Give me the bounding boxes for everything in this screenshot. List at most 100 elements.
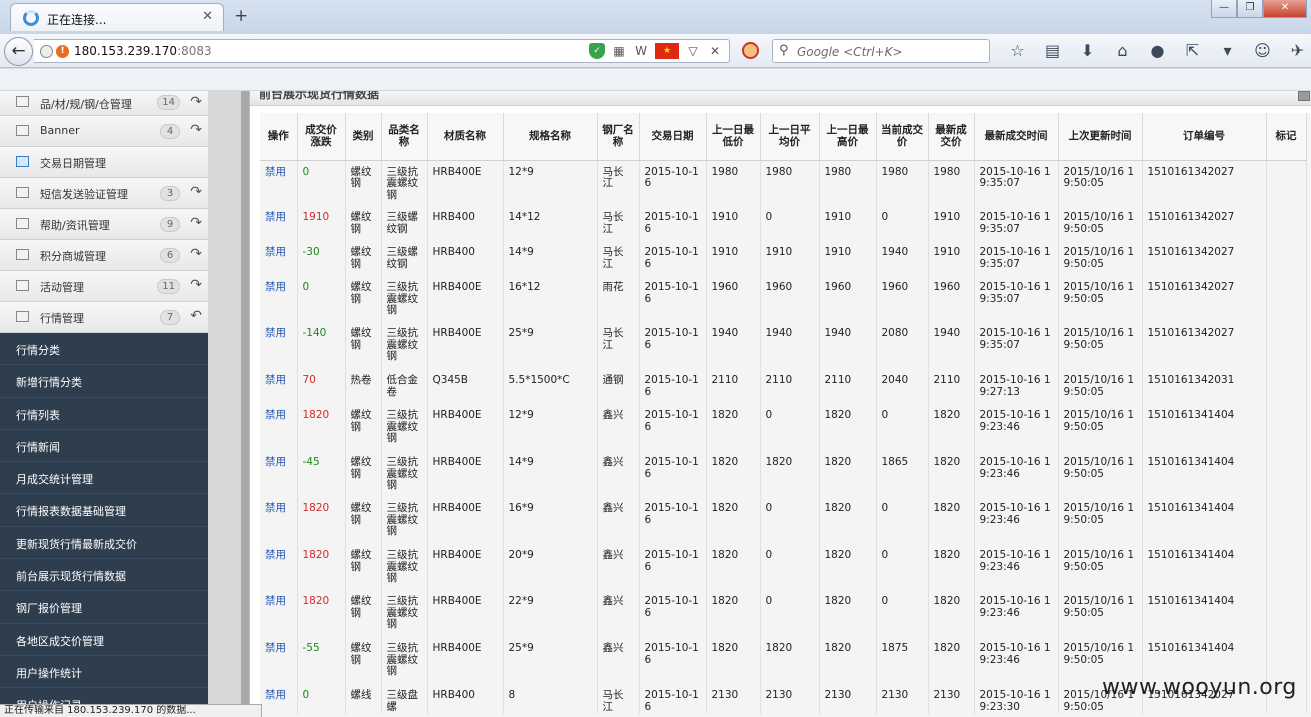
count-badge: 7 (160, 310, 180, 325)
sidebar-item[interactable]: 短信发送验证管理 3 ↷ (0, 178, 208, 209)
sidebar-item[interactable]: 行情管理 7 ↶ (0, 302, 208, 333)
expand-arrow-icon[interactable]: ↷ (190, 122, 202, 138)
sidebar-subitem[interactable]: 新增行情分类 (0, 365, 208, 398)
disable-link[interactable]: 禁用 (260, 241, 298, 276)
cell-ltime: 2015-10-16 19:35:07 (974, 241, 1059, 276)
sidebar-subitem[interactable]: 更新现货行情最新成交价 (0, 527, 208, 560)
home-icon[interactable]: ⌂ (1105, 40, 1140, 62)
disable-link[interactable]: 禁用 (260, 322, 298, 369)
maximize-icon[interactable]: ❐ (1237, 0, 1263, 18)
share-icon[interactable]: ⇱ (1175, 40, 1210, 62)
disable-link[interactable]: 禁用 (260, 206, 298, 241)
new-tab-button[interactable]: + (234, 6, 248, 26)
disable-link[interactable]: 禁用 (260, 590, 298, 637)
vertical-scrollbar[interactable] (241, 91, 249, 717)
download-icon[interactable]: ⬇ (1070, 40, 1105, 62)
bookmark-star-icon[interactable]: ☆ (1000, 40, 1035, 62)
disable-link[interactable]: 禁用 (260, 637, 298, 684)
column-header[interactable]: 上一日平均价 (760, 113, 820, 161)
column-header[interactable]: 成交价涨跌 (297, 113, 346, 161)
disable-link[interactable]: 禁用 (260, 369, 298, 404)
expand-arrow-icon[interactable]: ↷ (190, 184, 202, 200)
disable-link[interactable]: 禁用 (260, 684, 298, 714)
disable-link[interactable]: 禁用 (260, 451, 298, 497)
sidebar-subitem[interactable]: 行情报表数据基础管理 (0, 494, 208, 527)
column-header[interactable]: 当前成交价 (876, 113, 929, 161)
column-header[interactable]: 上次更新时间 (1058, 113, 1143, 161)
warning-icon[interactable]: ! (56, 45, 69, 58)
back-button[interactable]: ← (4, 37, 33, 66)
shield-icon[interactable]: ✓ (589, 43, 605, 59)
close-tab-icon[interactable]: ✕ (202, 9, 213, 24)
reading-list-icon[interactable]: ▤ (1035, 40, 1070, 62)
sidebar-item[interactable]: 交易日期管理 (0, 147, 208, 178)
sidebar-subitem[interactable]: 行情分类 (0, 333, 208, 366)
sidebar-subitem[interactable]: 月成交统计管理 (0, 462, 208, 495)
cell-spec: 8 (503, 684, 598, 714)
column-header[interactable]: 最新成交时间 (974, 113, 1059, 161)
sidebar-subitem[interactable]: 钢厂报价管理 (0, 591, 208, 624)
sidebar-subitem[interactable]: 用户操作记录 (0, 688, 208, 704)
sidebar-subitem[interactable]: 用户操作统计 (0, 656, 208, 689)
browser-tab[interactable]: 正在连接... ✕ (10, 3, 224, 31)
column-header[interactable]: 订单编号 (1142, 113, 1267, 161)
expand-arrow-icon[interactable]: ↷ (190, 215, 202, 231)
column-header[interactable]: 材质名称 (427, 113, 504, 161)
window-close-icon[interactable]: ✕ (1263, 0, 1307, 18)
column-header[interactable]: 上一日最高价 (819, 113, 877, 161)
column-header[interactable]: 操作 (260, 113, 298, 161)
extension-icon[interactable]: ● (1140, 40, 1175, 62)
china-flag-icon[interactable]: ★ (655, 43, 679, 59)
column-header[interactable]: 上一日最低价 (706, 113, 761, 161)
menu-dropdown-icon[interactable]: ▾ (1210, 40, 1245, 62)
url-bar[interactable]: ! 180.153.239.170:8083 ✓ ▦ W ★ ▽ ✕ (34, 39, 730, 63)
tools-icon[interactable]: ✈ (1280, 40, 1311, 62)
expand-arrow-icon[interactable]: ↷ (190, 94, 202, 110)
qr-code-icon[interactable]: ▦ (611, 43, 627, 59)
url-text[interactable]: 180.153.239.170:8083 (74, 44, 212, 58)
disable-link[interactable]: 禁用 (260, 544, 298, 590)
column-header[interactable]: 最新成交价 (928, 113, 975, 161)
cell-ltime: 2015-10-16 19:23:46 (974, 404, 1059, 451)
search-input[interactable]: Google <Ctrl+K> (797, 45, 903, 59)
expand-arrow-icon[interactable]: ↶ (190, 308, 202, 324)
column-header[interactable]: 类别 (345, 113, 382, 161)
word-icon[interactable]: W (633, 43, 649, 59)
chat-icon[interactable]: ☺ (1245, 40, 1280, 62)
cell-date: 2015-10-16 (639, 276, 707, 322)
disable-link[interactable]: 禁用 (260, 497, 298, 544)
cell-low: 1820 (706, 590, 761, 637)
disable-link[interactable]: 禁用 (260, 276, 298, 322)
cell-change: 1820 (297, 544, 346, 590)
expand-arrow-icon[interactable]: ↷ (190, 246, 202, 262)
column-header[interactable]: 交易日期 (639, 113, 707, 161)
column-header[interactable]: 标记 (1266, 113, 1307, 161)
sidebar-item[interactable]: 积分商城管理 6 ↷ (0, 240, 208, 271)
sidebar-subitem[interactable]: 各地区成交价管理 (0, 624, 208, 656)
sidebar-subitem[interactable]: 前台展示现货行情数据 (0, 559, 208, 592)
minimize-icon[interactable]: — (1211, 0, 1237, 18)
dropdown-icon[interactable]: ▽ (685, 43, 701, 59)
expand-arrow-icon[interactable]: ↷ (190, 277, 202, 293)
column-header[interactable]: 钢厂名称 (597, 113, 640, 161)
sidebar-item[interactable]: Banner 4 ↷ (0, 116, 208, 147)
collapse-icon[interactable] (1298, 91, 1310, 101)
cell-mat: HRB400 (427, 206, 504, 241)
sidebar-item[interactable]: 品/材/规/钢/仓管理 14 ↷ (0, 91, 208, 116)
disable-link[interactable]: 禁用 (260, 404, 298, 451)
noscript-icon[interactable] (742, 42, 759, 59)
disable-link[interactable]: 禁用 (260, 160, 298, 206)
column-header[interactable]: 规格名称 (503, 113, 598, 161)
cell-high: 1820 (819, 451, 877, 497)
cell-high: 2110 (819, 369, 877, 404)
globe-icon[interactable] (40, 45, 53, 58)
sidebar-subitem[interactable]: 行情新闻 (0, 430, 208, 463)
sidebar-item[interactable]: 活动管理 11 ↷ (0, 271, 208, 302)
cell-order: 1510161342027 (1142, 241, 1267, 276)
sidebar-item[interactable]: 帮助/资讯管理 9 ↷ (0, 209, 208, 240)
sidebar-subitem[interactable]: 行情列表 (0, 398, 208, 430)
column-header[interactable]: 品类名称 (381, 113, 428, 161)
cell-spec: 22*9 (503, 590, 598, 637)
stop-icon[interactable]: ✕ (707, 43, 723, 59)
search-bar[interactable]: ⚲ Google <Ctrl+K> (772, 39, 990, 63)
